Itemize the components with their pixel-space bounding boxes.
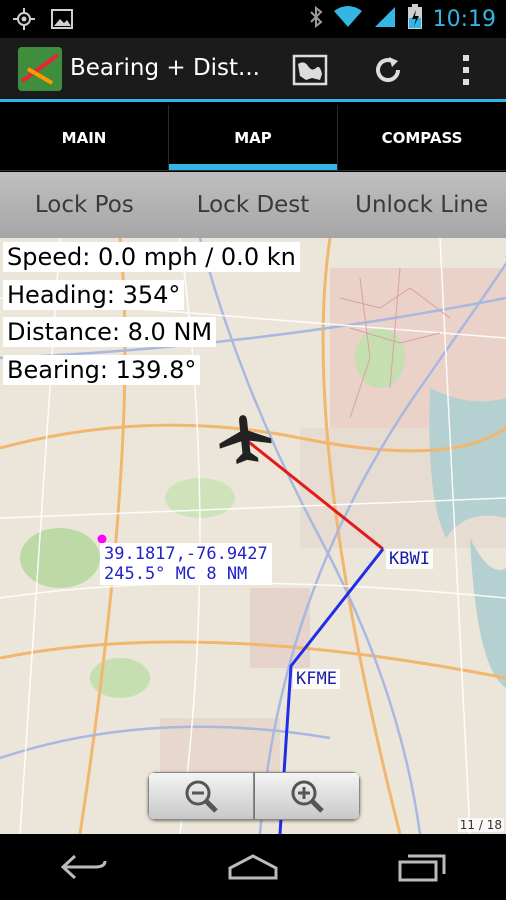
heading-readout: Heading: 354° — [3, 280, 185, 310]
tab-compass[interactable]: COMPASS — [338, 105, 506, 170]
zoom-in-icon — [291, 780, 324, 813]
zoom-in-button[interactable] — [254, 772, 360, 820]
zoom-controls — [148, 772, 360, 820]
tab-bar: MAIN MAP COMPASS — [0, 105, 506, 171]
overflow-menu-icon[interactable] — [446, 50, 486, 90]
app-icon[interactable] — [18, 47, 62, 91]
map-page-indicator: 11 / 18 — [457, 818, 504, 832]
lock-toolbar: Lock Pos Lock Dest Unlock Line — [0, 172, 506, 238]
lock-dest-button[interactable]: Lock Dest — [169, 172, 338, 238]
unlock-line-button[interactable]: Unlock Line — [337, 172, 506, 238]
cursor-coordinates: 39.1817,-76.9427 — [104, 544, 268, 564]
recent-apps-icon[interactable] — [387, 842, 457, 892]
bluetooth-icon — [309, 5, 323, 33]
signal-icon — [373, 5, 397, 33]
home-icon[interactable] — [218, 842, 288, 892]
wifi-icon — [333, 5, 363, 33]
tab-map[interactable]: MAP — [169, 105, 338, 170]
waypoint-label-kfme: KFME — [293, 669, 340, 689]
cursor-bearing-distance: 245.5° MC 8 NM — [104, 564, 248, 584]
waypoint-label-kbwi: KBWI — [386, 549, 433, 569]
map-icon[interactable] — [290, 50, 330, 90]
image-icon — [50, 7, 74, 35]
map-view[interactable]: Speed: 0.0 mph / 0.0 kn Heading: 354° Di… — [0, 238, 506, 834]
navigation-bar — [0, 834, 506, 900]
cursor-info-label: 39.1817,-76.9427 245.5° MC 8 NM — [100, 543, 272, 585]
clock-time: 10:19 — [432, 6, 496, 32]
app-title: Bearing + Dist... — [70, 55, 260, 81]
zoom-out-button[interactable] — [148, 772, 254, 820]
bearing-readout: Bearing: 139.8° — [3, 355, 201, 385]
distance-readout: Distance: 8.0 NM — [3, 317, 217, 347]
lock-pos-button[interactable]: Lock Pos — [0, 172, 169, 238]
action-bar: Bearing + Dist... — [0, 38, 506, 102]
gps-icon — [12, 7, 36, 35]
airplane-icon — [219, 415, 272, 465]
zoom-out-icon — [185, 780, 218, 813]
tab-main[interactable]: MAIN — [0, 105, 169, 170]
refresh-icon[interactable] — [368, 50, 408, 90]
status-bar: 10:19 — [0, 0, 506, 38]
speed-readout: Speed: 0.0 mph / 0.0 kn — [3, 242, 300, 272]
battery-charging-icon — [407, 4, 423, 34]
back-icon[interactable] — [49, 842, 119, 892]
